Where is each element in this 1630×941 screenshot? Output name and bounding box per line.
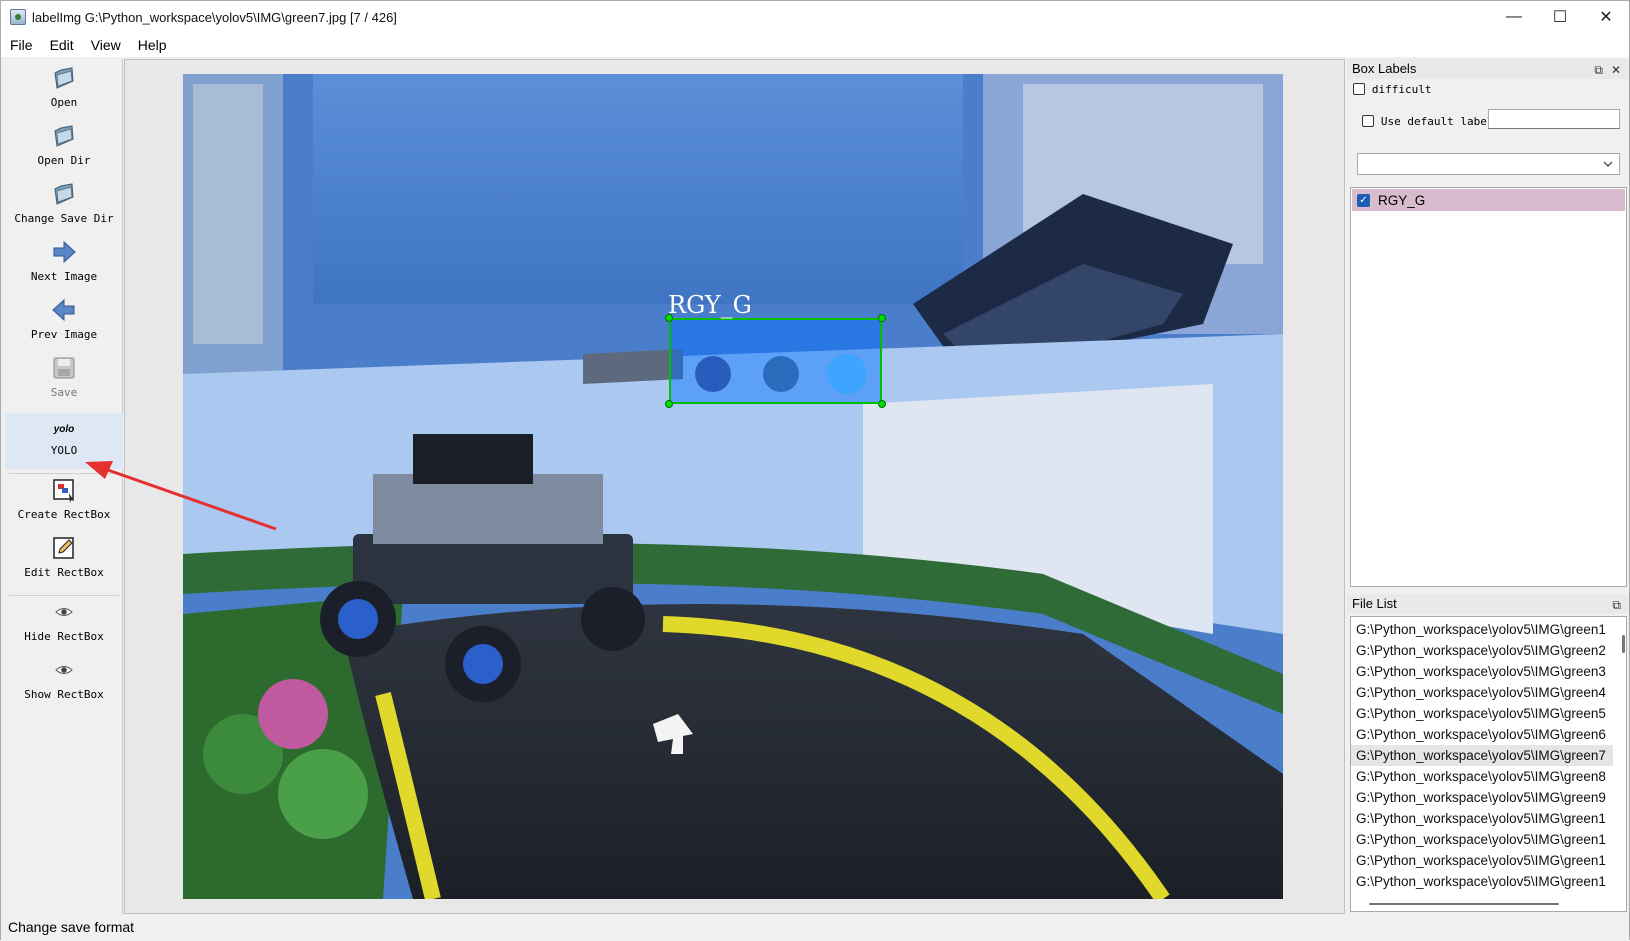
file-list-item[interactable]: G:\Python_workspace\yolov5\IMG\green9: [1351, 787, 1613, 808]
open-label: Open: [50, 96, 78, 109]
toolbar-separator: [9, 595, 119, 596]
chevron-down-icon: [1603, 161, 1613, 167]
next-image-label: Next Image: [30, 270, 98, 283]
left-toolbar: Open Open Dir Change Save Dir Next Image: [5, 59, 123, 914]
open-dir-label: Open Dir: [37, 154, 91, 167]
window-controls: — ☐ ✕: [1491, 1, 1629, 33]
change-save-dir-button[interactable]: Change Save Dir: [5, 181, 123, 235]
arrow-left-icon: [51, 297, 77, 323]
menu-edit[interactable]: Edit: [41, 33, 82, 57]
use-default-label-checkbox[interactable]: [1362, 115, 1374, 128]
difficult-label: difficult: [1371, 83, 1432, 96]
open-dir-button[interactable]: Open Dir: [5, 123, 123, 177]
create-rectbox-icon: [51, 477, 77, 503]
float-dock-icon[interactable]: ⧉: [1594, 60, 1603, 80]
menu-file[interactable]: File: [1, 33, 41, 57]
maximize-button[interactable]: ☐: [1537, 1, 1583, 33]
use-default-label-text: Use default label: [1380, 115, 1494, 128]
horizontal-scrollbar[interactable]: [1369, 903, 1559, 905]
menu-view[interactable]: View: [82, 33, 129, 57]
menu-bar: File Edit View Help: [1, 33, 1629, 57]
edit-rectbox-label: Edit RectBox: [24, 566, 104, 579]
bbox-handle-top-right[interactable]: [878, 314, 886, 322]
file-list-item[interactable]: G:\Python_workspace\yolov5\IMG\green2: [1351, 640, 1613, 661]
close-button[interactable]: ✕: [1583, 1, 1629, 33]
prev-image-button[interactable]: Prev Image: [5, 297, 123, 351]
bounding-box-label: RGY_G: [668, 291, 752, 319]
save-button[interactable]: Save: [5, 355, 123, 409]
file-list-title: File List ⧉: [1347, 594, 1629, 614]
file-list-item[interactable]: G:\Python_workspace\yolov5\IMG\green5: [1351, 703, 1613, 724]
show-rectbox-label: Show RectBox: [24, 688, 104, 701]
next-image-button[interactable]: Next Image: [5, 239, 123, 293]
bbox-handle-bottom-left[interactable]: [665, 400, 673, 408]
file-list-item[interactable]: G:\Python_workspace\yolov5\IMG\green8: [1351, 766, 1613, 787]
file-list-item[interactable]: G:\Python_workspace\yolov5\IMG\green1: [1351, 850, 1613, 871]
arrow-right-icon: [51, 239, 77, 265]
file-list-item-selected[interactable]: G:\Python_workspace\yolov5\IMG\green7: [1351, 745, 1613, 766]
box-labels-title-text: Box Labels: [1352, 61, 1417, 76]
create-rectbox-label: Create RectBox: [17, 508, 111, 521]
scene-photo: [183, 74, 1283, 899]
file-list-item[interactable]: G:\Python_workspace\yolov5\IMG\green1: [1351, 619, 1613, 640]
app-icon: [10, 9, 26, 25]
bbox-handle-bottom-right[interactable]: [878, 400, 886, 408]
float-dock-icon[interactable]: ⧉: [1612, 595, 1621, 615]
format-label: YOLO: [50, 444, 78, 457]
file-list-title-text: File List: [1352, 596, 1397, 611]
image-canvas[interactable]: RGY_G: [124, 59, 1345, 914]
change-save-dir-label: Change Save Dir: [14, 212, 114, 225]
create-rectbox-button[interactable]: Create RectBox: [5, 477, 123, 533]
floppy-disk-icon: [51, 355, 77, 381]
file-list-item[interactable]: G:\Python_workspace\yolov5\IMG\green1: [1351, 808, 1613, 829]
show-rectbox-button[interactable]: Show RectBox: [5, 657, 123, 711]
eye-icon: [51, 657, 77, 683]
folder-open-icon: [51, 65, 77, 91]
labelimg-window: labelImg G:\Python_workspace\yolov5\IMG\…: [0, 0, 1630, 940]
open-button[interactable]: Open: [5, 65, 123, 119]
difficult-checkbox[interactable]: [1353, 83, 1365, 96]
file-list-item[interactable]: G:\Python_workspace\yolov5\IMG\green3: [1351, 661, 1613, 682]
window-title: labelImg G:\Python_workspace\yolov5\IMG\…: [32, 9, 397, 25]
label-list-item[interactable]: ✓ RGY_G: [1352, 189, 1625, 211]
edit-rectbox-button[interactable]: Edit RectBox: [5, 535, 123, 591]
file-list-item[interactable]: G:\Python_workspace\yolov5\IMG\green6: [1351, 724, 1613, 745]
file-list-dock: File List ⧉ G:\Python_workspace\yolov5\I…: [1347, 594, 1629, 914]
format-yolo-button[interactable]: yolo YOLO: [5, 413, 123, 469]
use-default-label-row: Use default label: [1362, 112, 1493, 128]
menu-help[interactable]: Help: [129, 33, 175, 57]
bounding-box[interactable]: [669, 318, 882, 404]
file-list-item[interactable]: G:\Python_workspace\yolov5\IMG\green1: [1351, 829, 1613, 850]
bbox-handle-top-left[interactable]: [665, 314, 673, 322]
checkbox-checked-icon[interactable]: ✓: [1357, 193, 1370, 207]
label-list: ✓ RGY_G: [1350, 187, 1627, 587]
close-dock-icon[interactable]: ✕: [1611, 60, 1621, 80]
file-list: G:\Python_workspace\yolov5\IMG\green1 G:…: [1350, 616, 1627, 912]
folder-open-icon: [51, 181, 77, 207]
box-labels-dock: Box Labels ⧉ ✕ difficult Use default lab…: [1347, 59, 1629, 589]
prev-image-label: Prev Image: [30, 328, 98, 341]
hide-rectbox-button[interactable]: Hide RectBox: [5, 599, 123, 653]
file-list-item[interactable]: G:\Python_workspace\yolov5\IMG\green1: [1351, 871, 1613, 892]
file-list-item[interactable]: G:\Python_workspace\yolov5\IMG\green4: [1351, 682, 1613, 703]
vertical-scrollbar[interactable]: [1622, 635, 1625, 653]
title-bar: labelImg G:\Python_workspace\yolov5\IMG\…: [1, 1, 1629, 33]
minimize-button[interactable]: —: [1491, 1, 1537, 33]
toolbar-separator: [9, 473, 119, 474]
hide-rectbox-label: Hide RectBox: [24, 630, 104, 643]
status-text: Change save format: [8, 919, 135, 935]
save-label: Save: [50, 386, 78, 399]
eye-icon: [51, 599, 77, 625]
folder-open-icon: [51, 123, 77, 149]
difficult-row: difficult: [1353, 80, 1432, 96]
box-labels-title: Box Labels ⧉ ✕: [1347, 59, 1629, 79]
label-combo-box[interactable]: [1357, 153, 1620, 175]
edit-pencil-icon: [51, 535, 77, 561]
label-list-item-text: RGY_G: [1378, 192, 1426, 208]
status-bar: Change save format: [1, 914, 1629, 940]
yolo-format-icon: yolo: [53, 423, 75, 435]
default-label-input[interactable]: [1488, 109, 1620, 129]
